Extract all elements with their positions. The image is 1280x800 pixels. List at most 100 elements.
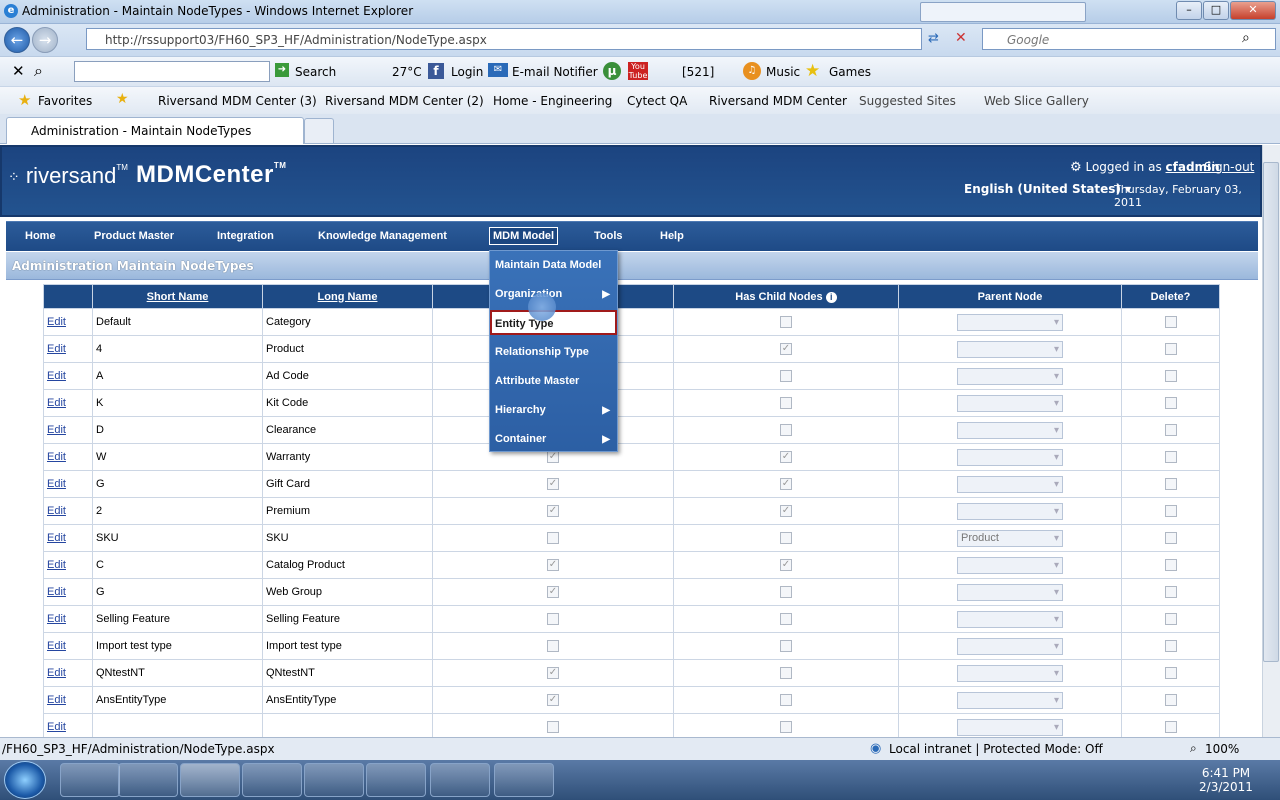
fav-link-2[interactable]: Riversand MDM Center (2) (325, 94, 484, 108)
delete-checkbox[interactable] (1164, 721, 1177, 734)
flag-checkbox[interactable]: ✓ (547, 559, 559, 572)
flag-checkbox[interactable]: ✓ (547, 451, 559, 464)
facebook-icon[interactable]: f (428, 63, 444, 79)
flag-checkbox[interactable]: ✓ (547, 505, 559, 518)
delete-checkbox[interactable] (1164, 451, 1177, 464)
edit-link[interactable]: Edit (47, 667, 66, 679)
delete-checkbox[interactable] (1164, 613, 1177, 626)
refresh-icon[interactable]: ⇄ (928, 31, 939, 46)
delete-checkbox[interactable] (1164, 424, 1177, 437)
parent-node-select[interactable] (957, 394, 1063, 412)
has-child-checkbox[interactable] (780, 532, 792, 545)
edit-link[interactable]: Edit (47, 370, 66, 382)
flag-checkbox[interactable]: ✓ (547, 478, 559, 491)
delete-checkbox[interactable] (1164, 397, 1177, 410)
has-child-checkbox[interactable]: ✓ (780, 478, 792, 491)
fav-link-5[interactable]: Riversand MDM Center (709, 94, 847, 108)
email-notifier-button[interactable]: E-mail Notifier (512, 65, 598, 79)
fav-link-6[interactable]: Suggested Sites (859, 94, 956, 108)
fav-link-7[interactable]: Web Slice Gallery (984, 94, 1089, 108)
maximize-button[interactable]: □ (1203, 1, 1229, 20)
edit-link[interactable]: Edit (47, 424, 66, 436)
delete-checkbox[interactable] (1164, 532, 1177, 545)
add-favorite-icon[interactable]: ★ (116, 91, 129, 107)
edit-link[interactable]: Edit (47, 505, 66, 517)
search-placeholder[interactable]: Google (1007, 33, 1049, 47)
url-text[interactable]: http://rssupport03/FH60_SP3_HF/Administr… (105, 33, 487, 47)
parent-node-select[interactable] (957, 448, 1063, 466)
menu-item-hierarchy[interactable]: Hierarchy ▶ (495, 398, 616, 423)
edit-link[interactable]: Edit (47, 316, 66, 328)
delete-checkbox[interactable] (1164, 586, 1177, 599)
email-icon[interactable]: ✉ (488, 63, 508, 77)
parent-node-select[interactable] (957, 664, 1063, 682)
games-button[interactable]: Games (829, 65, 871, 79)
menu-item-maintain-data-model[interactable]: Maintain Data Model (495, 253, 616, 278)
parent-node-select[interactable] (957, 421, 1063, 439)
has-child-checkbox[interactable] (780, 586, 792, 599)
parent-node-select[interactable] (957, 691, 1063, 709)
menu-item-relationship-type[interactable]: Relationship Type (495, 340, 616, 365)
has-child-checkbox[interactable]: ✓ (780, 505, 792, 518)
taskbar-acrobat[interactable] (494, 763, 554, 797)
nav-home[interactable]: Home (25, 230, 56, 242)
delete-checkbox[interactable] (1164, 316, 1177, 329)
delete-checkbox[interactable] (1164, 640, 1177, 653)
tab-active[interactable]: Administration - Maintain NodeTypes (6, 117, 304, 144)
favorites-button[interactable]: Favorites (38, 94, 92, 108)
edit-link[interactable]: Edit (47, 613, 66, 625)
delete-checkbox[interactable] (1164, 343, 1177, 356)
fav-link-4[interactable]: Cytect QA (627, 94, 687, 108)
edit-link[interactable]: Edit (47, 721, 66, 733)
scrollbar-thumb[interactable] (1263, 162, 1279, 662)
edit-link[interactable]: Edit (47, 343, 66, 355)
edit-link[interactable]: Edit (47, 451, 66, 463)
go-icon[interactable]: ➜ (275, 63, 289, 77)
utorrent-icon[interactable]: µ (603, 62, 621, 80)
search-icon[interactable]: ⌕ (1242, 30, 1250, 46)
edit-link[interactable]: Edit (47, 559, 66, 571)
address-bar[interactable]: http://rssupport03/FH60_SP3_HF/Administr… (86, 28, 922, 50)
nav-integration[interactable]: Integration (217, 230, 274, 242)
has-child-checkbox[interactable] (780, 370, 792, 383)
login-button[interactable]: Login (451, 65, 483, 79)
delete-checkbox[interactable] (1164, 370, 1177, 383)
parent-node-select[interactable] (957, 610, 1063, 628)
menu-item-container[interactable]: Container ▶ (495, 427, 616, 452)
parent-node-select[interactable] (957, 502, 1063, 520)
tab-title[interactable]: Administration - Maintain NodeTypes (31, 124, 251, 138)
has-child-checkbox[interactable]: ✓ (780, 559, 792, 572)
has-child-checkbox[interactable] (780, 667, 792, 680)
flag-checkbox[interactable]: ✓ (547, 586, 559, 599)
taskbar-media-player[interactable] (60, 763, 120, 797)
sign-out-link[interactable]: Sign-out (1204, 160, 1254, 174)
has-child-checkbox[interactable] (780, 613, 792, 626)
toolbar-search-input[interactable] (74, 61, 270, 82)
taskbar-clock[interactable]: 6:41 PM 2/3/2011 (1196, 766, 1256, 794)
flag-checkbox[interactable] (547, 721, 559, 734)
language-select[interactable]: English (United States) ▾ (964, 182, 1131, 196)
taskbar-excel[interactable] (366, 763, 426, 797)
flag-checkbox[interactable] (547, 613, 559, 626)
search-icon[interactable]: ⌕ (34, 61, 43, 81)
has-child-checkbox[interactable] (780, 721, 792, 734)
taskbar-app[interactable] (430, 763, 490, 797)
parent-node-select[interactable] (957, 340, 1063, 358)
has-child-checkbox[interactable] (780, 640, 792, 653)
parent-node-select[interactable] (957, 313, 1063, 331)
fav-link-3[interactable]: Home - Engineering (493, 94, 612, 108)
star-icon[interactable]: ★ (805, 61, 820, 81)
has-child-checkbox[interactable]: ✓ (780, 343, 792, 356)
edit-link[interactable]: Edit (47, 694, 66, 706)
close-button[interactable]: ✕ (1230, 1, 1276, 20)
parent-node-select[interactable] (957, 556, 1063, 574)
has-child-checkbox[interactable] (780, 694, 792, 707)
has-child-checkbox[interactable]: ✓ (780, 451, 792, 464)
menu-item-attribute-master[interactable]: Attribute Master (495, 369, 616, 394)
parent-node-select[interactable] (957, 718, 1063, 736)
delete-checkbox[interactable] (1164, 667, 1177, 680)
parent-node-select[interactable] (957, 367, 1063, 385)
nav-tools[interactable]: Tools (594, 230, 623, 242)
nav-knowledge-management[interactable]: Knowledge Management (318, 230, 447, 242)
fav-link-1[interactable]: Riversand MDM Center (3) (158, 94, 317, 108)
